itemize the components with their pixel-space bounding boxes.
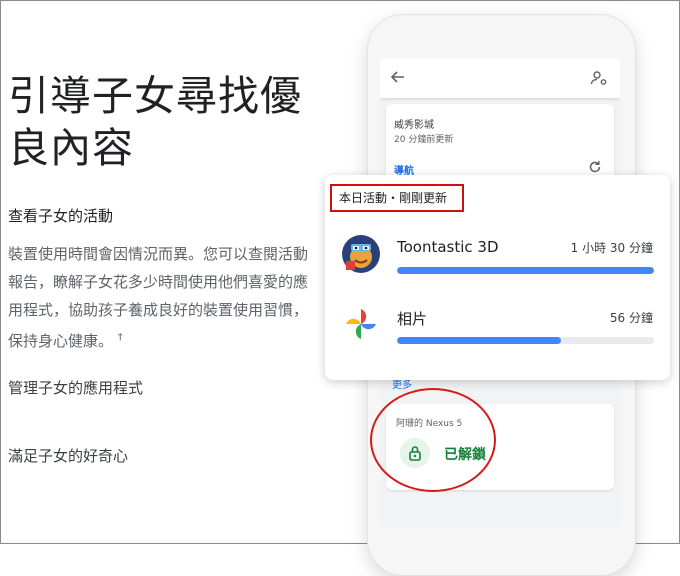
footnote-mark[interactable]: † bbox=[118, 332, 123, 343]
app-usage-time: 1 小時 30 分鐘 bbox=[570, 241, 653, 255]
section-title-manage-apps[interactable]: 管理子女的應用程式 bbox=[8, 377, 143, 398]
usage-bar-fill bbox=[397, 267, 654, 274]
description-text: 裝置使用時間會因情況而異。您可以查閱活動報告，瞭解子女花多少時間使用他們喜愛的應… bbox=[8, 245, 309, 350]
location-card: 威秀影城 20 分鐘前更新 導航 bbox=[386, 104, 614, 184]
app-name: Toontastic 3D bbox=[397, 238, 499, 256]
usage-bar-track bbox=[397, 267, 654, 274]
activity-header: 本日活動・剛剛更新 bbox=[330, 184, 464, 212]
usage-bar-track bbox=[397, 337, 654, 344]
annotation-circle bbox=[370, 388, 496, 492]
section-title-curiosity[interactable]: 滿足子女的好奇心 bbox=[8, 445, 128, 466]
usage-bar-fill bbox=[397, 337, 562, 344]
google-photos-icon bbox=[346, 309, 376, 339]
toontastic-app-icon bbox=[342, 235, 380, 273]
app-row-toontastic[interactable]: Toontastic 3D 1 小時 30 分鐘 bbox=[325, 230, 670, 300]
section-title-view-activity[interactable]: 查看子女的活動 bbox=[8, 205, 113, 226]
back-arrow-icon[interactable] bbox=[390, 69, 406, 85]
app-usage-time: 56 分鐘 bbox=[609, 311, 653, 325]
location-name: 威秀影城 bbox=[394, 120, 434, 131]
app-row-photos[interactable]: 相片 56 分鐘 bbox=[325, 300, 670, 370]
page-title: 引導子女尋找優良內容 bbox=[8, 72, 302, 172]
app-name: 相片 bbox=[397, 310, 428, 328]
app-toolbar bbox=[380, 58, 620, 98]
location-updated: 20 分鐘前更新 bbox=[394, 135, 454, 145]
section-description: 裝置使用時間會因情況而異。您可以查閱活動報告，瞭解子女花多少時間使用他們喜愛的應… bbox=[8, 240, 308, 355]
manage-account-icon[interactable] bbox=[590, 69, 608, 87]
daily-activity-card: 本日活動・剛剛更新 Toontastic 3D 1 小時 30 分鐘 相片 56… bbox=[325, 175, 670, 380]
refresh-icon[interactable] bbox=[588, 160, 602, 174]
